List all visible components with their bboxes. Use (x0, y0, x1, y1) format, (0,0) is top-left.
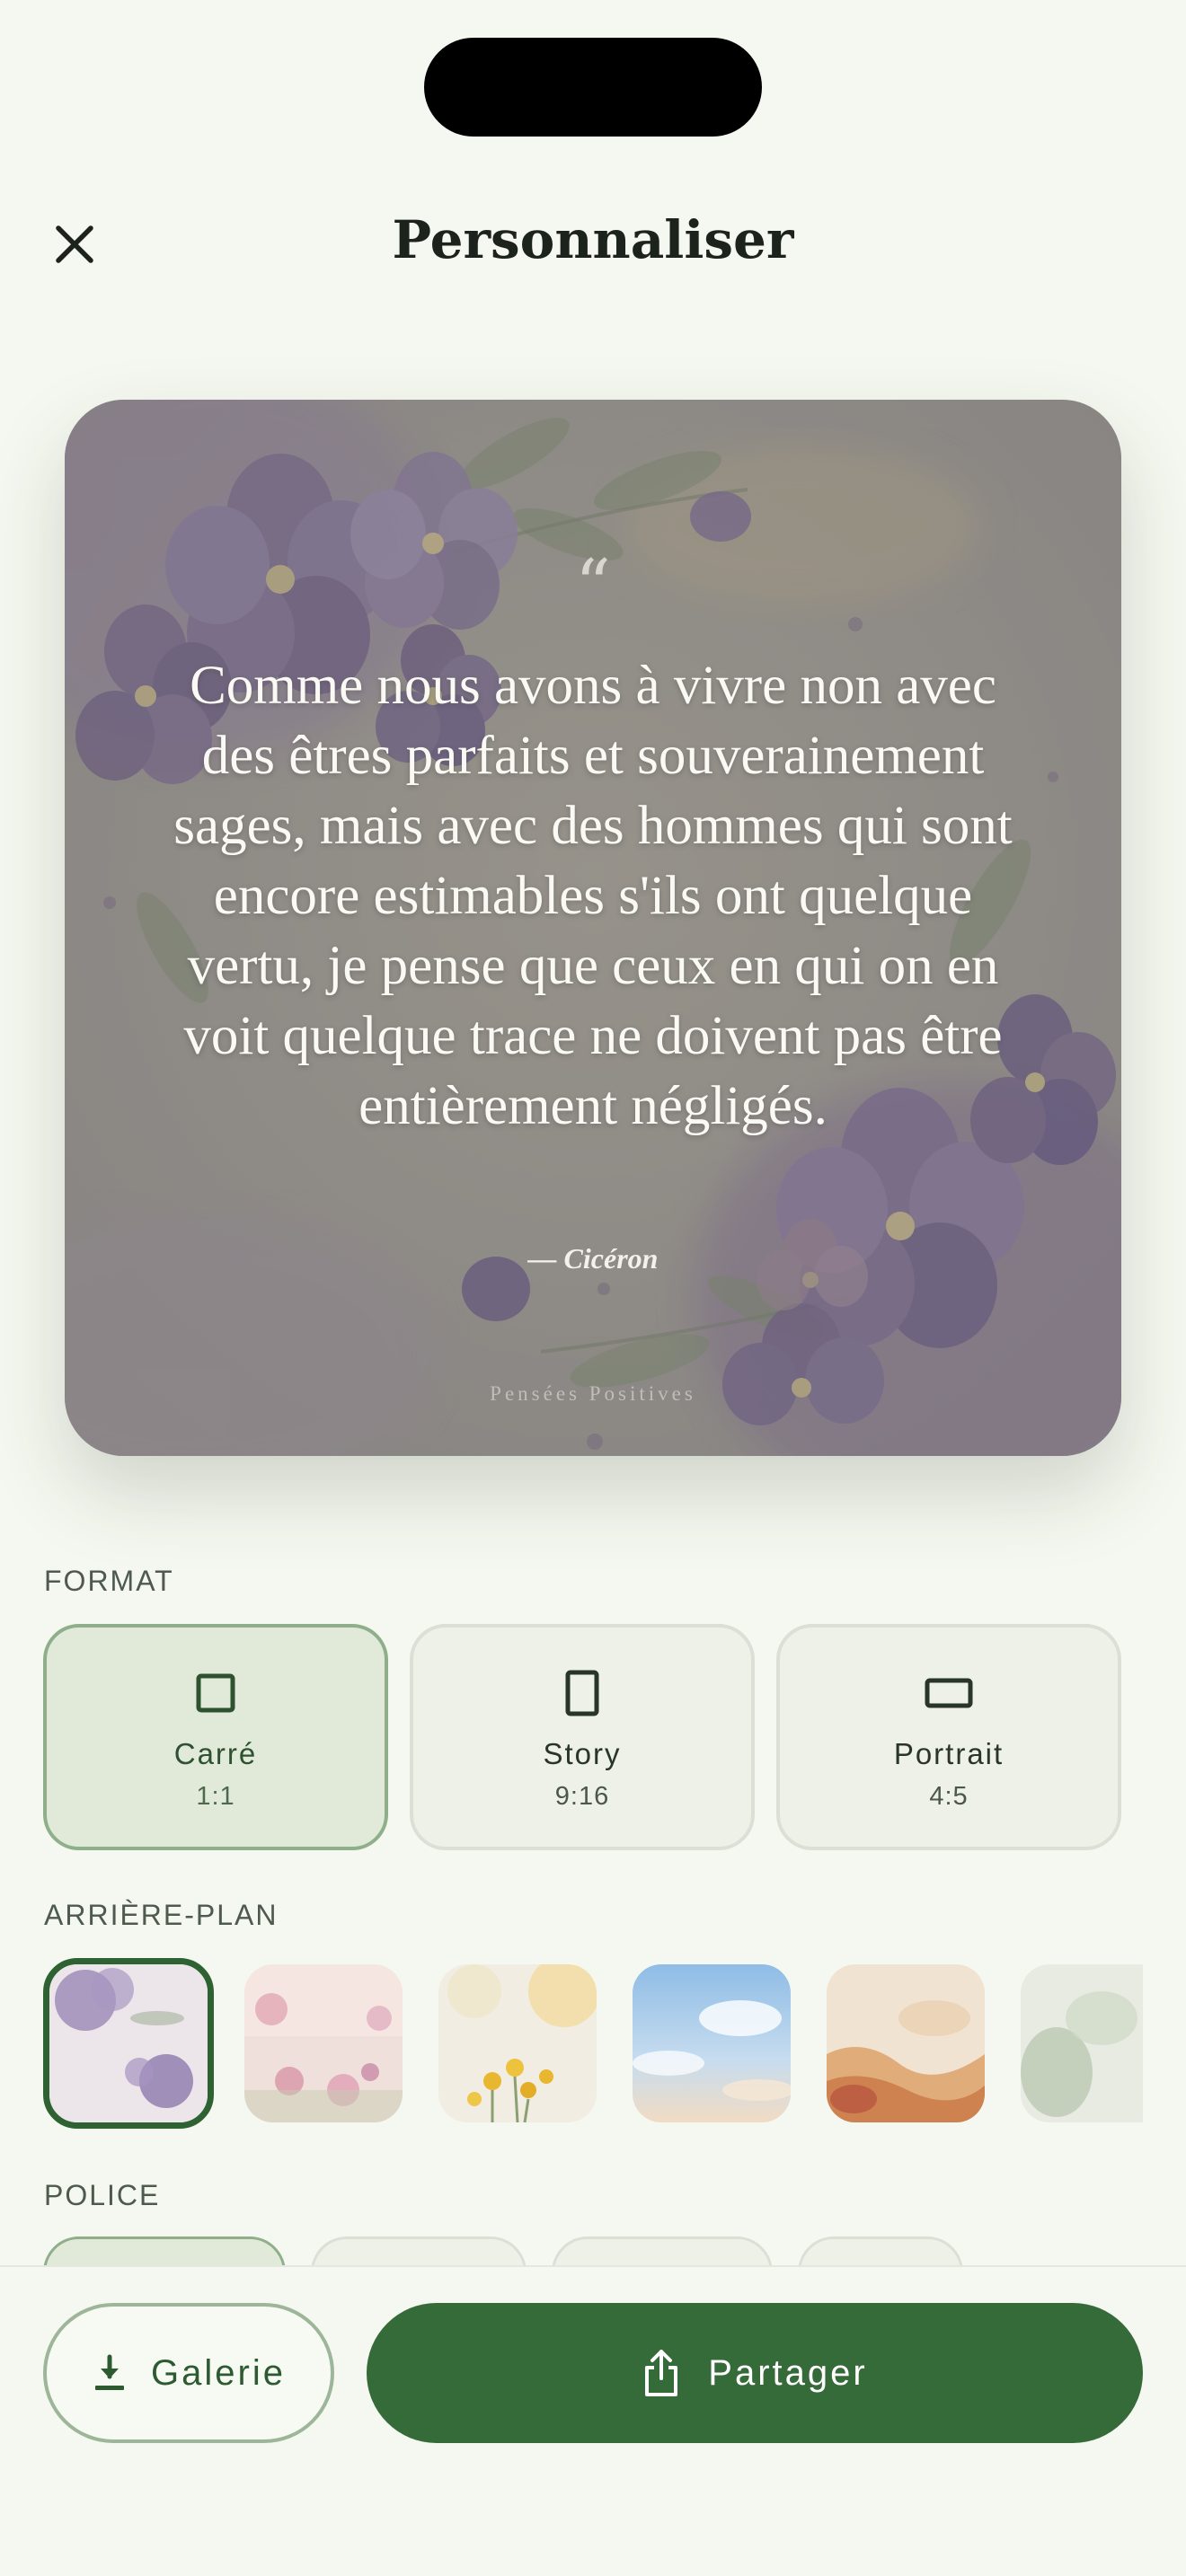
format-section-label: FORMAT (44, 1565, 174, 1597)
font-option[interactable] (798, 2236, 963, 2265)
portrait-rect-icon (565, 1670, 599, 1716)
share-icon (645, 2350, 678, 2396)
quote-text: Comme nous avons à vivre non avec des êt… (173, 656, 1013, 1136)
format-options: Carré 1:1 Story 9:16 Portrait 4:5 (43, 1624, 1121, 1850)
amber-watercolor-thumbnail (827, 1964, 985, 2122)
green-watercolor-thumbnail (1021, 1964, 1143, 2122)
format-name: Carré (173, 1737, 258, 1770)
quote-preview-card: “ Comme nous avons à vivre non avec des … (65, 400, 1121, 1456)
download-icon (95, 2354, 125, 2390)
share-button-label: Partager (708, 2352, 868, 2393)
share-button[interactable]: Partager (367, 2303, 1143, 2443)
landscape-rect-icon (925, 1678, 973, 1708)
format-option-carre[interactable]: Carré 1:1 (43, 1624, 388, 1850)
background-option-amber-watercolor[interactable] (827, 1964, 985, 2122)
gallery-button-label: Galerie (151, 2352, 286, 2393)
header: Personnaliser (0, 193, 1186, 292)
background-option-green-watercolor[interactable] (1021, 1964, 1143, 2122)
pink-flowers-thumbnail (244, 1964, 403, 2122)
font-option[interactable] (43, 2236, 286, 2265)
blue-sky-thumbnail (633, 1964, 791, 2122)
gallery-button[interactable]: Galerie (43, 2303, 334, 2443)
quote-author: — Cicéron (527, 1242, 659, 1275)
format-ratio: 9:16 (554, 1782, 610, 1811)
background-section-label: ARRIÈRE-PLAN (44, 1899, 279, 1931)
format-option-story[interactable]: Story 9:16 (410, 1624, 755, 1850)
format-ratio: 1:1 (196, 1782, 235, 1811)
watermark: Pensées Positives (490, 1382, 696, 1405)
background-option-purple-flowers[interactable] (43, 1958, 214, 2129)
camera-notch (424, 38, 762, 137)
purple-flowers-thumbnail (49, 1964, 208, 2122)
bottom-action-bar: Galerie Partager (0, 2265, 1186, 2576)
background-option-pink-flowers[interactable] (244, 1964, 403, 2122)
page-title: Personnaliser (392, 209, 794, 270)
font-section-label: POLICE (44, 2179, 161, 2211)
background-option-yellow-flowers[interactable] (438, 1964, 597, 2122)
background-options (43, 1958, 1143, 2132)
format-name: Story (543, 1737, 622, 1770)
square-icon (196, 1673, 235, 1713)
yellow-flowers-thumbnail (438, 1964, 597, 2122)
format-option-portrait[interactable]: Portrait 4:5 (776, 1624, 1121, 1850)
font-options (43, 2236, 1143, 2265)
font-option[interactable] (311, 2236, 527, 2265)
format-name: Portrait (893, 1737, 1005, 1770)
quote-mark-icon: “ (575, 545, 611, 626)
format-ratio: 4:5 (929, 1782, 969, 1811)
background-option-blue-sky[interactable] (633, 1964, 791, 2122)
font-option[interactable] (552, 2236, 773, 2265)
